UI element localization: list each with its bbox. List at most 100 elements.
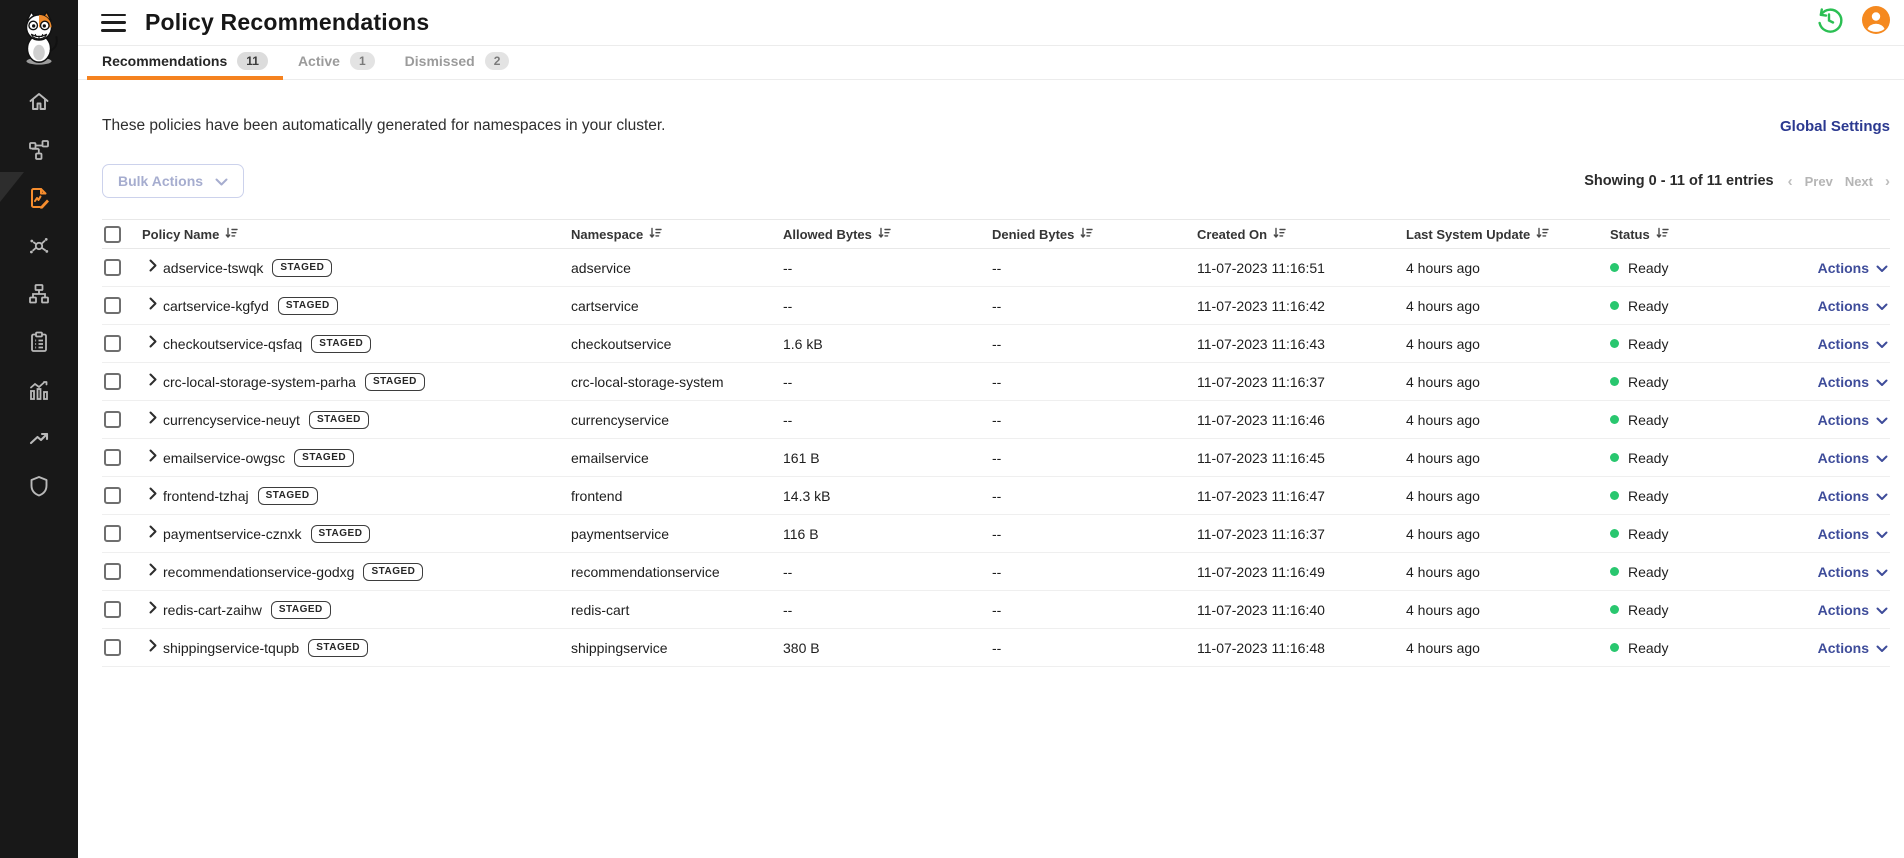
actions-button[interactable]: Actions <box>1810 602 1890 618</box>
sort-icon[interactable] <box>1536 227 1549 242</box>
sort-icon[interactable] <box>225 227 238 242</box>
sidebar-item-sitemap[interactable] <box>26 283 53 310</box>
sort-icon[interactable] <box>649 227 662 242</box>
sort-icon[interactable] <box>1656 227 1669 242</box>
expand-row-button[interactable] <box>142 411 163 429</box>
policy-edit-icon <box>27 186 51 215</box>
row-checkbox[interactable] <box>104 449 121 466</box>
expand-row-button[interactable] <box>142 373 163 391</box>
actions-button[interactable]: Actions <box>1810 260 1890 276</box>
actions-button[interactable]: Actions <box>1810 374 1890 390</box>
row-checkbox[interactable] <box>104 487 121 504</box>
actions-button[interactable]: Actions <box>1810 298 1890 314</box>
select-all-checkbox[interactable] <box>104 226 121 243</box>
column-header-allowed-bytes[interactable]: Allowed Bytes <box>783 227 992 242</box>
row-checkbox[interactable] <box>104 297 121 314</box>
policy-name[interactable]: redis-cart-zaihw <box>163 602 262 618</box>
row-checkbox[interactable] <box>104 563 121 580</box>
sort-icon[interactable] <box>1080 227 1093 242</box>
actions-button[interactable]: Actions <box>1810 450 1890 466</box>
chevron-right-icon <box>149 601 157 619</box>
policy-name[interactable]: checkoutservice-qsfaq <box>163 336 302 352</box>
sort-icon[interactable] <box>1273 227 1286 242</box>
tab-recommendations[interactable]: Recommendations 11 <box>87 46 283 80</box>
row-checkbox[interactable] <box>104 373 121 390</box>
prev-button[interactable]: Prev <box>1805 174 1833 189</box>
row-checkbox[interactable] <box>104 411 121 428</box>
expand-row-button[interactable] <box>142 601 163 619</box>
sidebar-item-metrics[interactable] <box>26 379 53 406</box>
user-menu-button[interactable] <box>1860 7 1892 39</box>
table-row: paymentservice-cznxk STAGED paymentservi… <box>102 515 1890 553</box>
expand-row-button[interactable] <box>142 259 163 277</box>
table-row: frontend-tzhaj STAGED frontend 14.3 kB -… <box>102 477 1890 515</box>
tab-dismissed[interactable]: Dismissed 2 <box>390 46 525 80</box>
status-label: Ready <box>1628 488 1668 504</box>
expand-row-button[interactable] <box>142 449 163 467</box>
expand-row-button[interactable] <box>142 563 163 581</box>
sidebar-item-trends[interactable] <box>26 427 53 454</box>
policy-name[interactable]: currencyservice-neuyt <box>163 412 300 428</box>
sort-icon[interactable] <box>878 227 891 242</box>
sidebar-item-home[interactable] <box>26 91 53 118</box>
tab-count-badge: 11 <box>237 52 268 70</box>
table-row: crc-local-storage-system-parha STAGED cr… <box>102 363 1890 401</box>
policy-name[interactable]: recommendationservice-godxg <box>163 564 354 580</box>
actions-button[interactable]: Actions <box>1810 336 1890 352</box>
status-cell: Ready <box>1610 374 1810 390</box>
policy-name[interactable]: emailservice-owgsc <box>163 450 285 466</box>
column-header-status[interactable]: Status <box>1610 227 1810 242</box>
policy-name[interactable]: shippingservice-tqupb <box>163 640 299 656</box>
expand-row-button[interactable] <box>142 297 163 315</box>
policy-name[interactable]: crc-local-storage-system-parha <box>163 374 356 390</box>
sidebar-item-audit-logs[interactable] <box>26 331 53 358</box>
chevron-right-icon <box>149 449 157 467</box>
expand-row-button[interactable] <box>142 639 163 657</box>
row-checkbox[interactable] <box>104 601 121 618</box>
policy-name[interactable]: frontend-tzhaj <box>163 488 249 504</box>
actions-button[interactable]: Actions <box>1810 564 1890 580</box>
sidebar-item-policy-recommendations[interactable] <box>26 187 53 214</box>
sidebar-item-security[interactable] <box>26 475 53 502</box>
expand-row-button[interactable] <box>142 335 163 353</box>
topbar: Policy Recommendations <box>78 0 1904 45</box>
row-checkbox[interactable] <box>104 335 121 352</box>
actions-button[interactable]: Actions <box>1810 412 1890 428</box>
next-chevron-icon[interactable]: › <box>1885 173 1890 190</box>
history-button[interactable] <box>1813 7 1845 39</box>
sidebar-item-network-hub[interactable] <box>26 235 53 262</box>
column-header-namespace[interactable]: Namespace <box>571 227 783 242</box>
last-system-update-cell: 4 hours ago <box>1406 412 1610 428</box>
policy-name[interactable]: cartservice-kgfyd <box>163 298 269 314</box>
bulk-actions-button[interactable]: Bulk Actions <box>102 164 244 198</box>
status-ready-dot-icon <box>1610 263 1619 272</box>
expand-row-button[interactable] <box>142 487 163 505</box>
cat-mascot-logo[interactable] <box>0 0 78 78</box>
row-checkbox[interactable] <box>104 639 121 656</box>
table-body: adservice-tswqk STAGED adservice -- -- 1… <box>102 249 1890 667</box>
row-checkbox[interactable] <box>104 525 121 542</box>
row-checkbox[interactable] <box>104 259 121 276</box>
actions-button[interactable]: Actions <box>1810 640 1890 656</box>
actions-button[interactable]: Actions <box>1810 488 1890 504</box>
policy-name[interactable]: paymentservice-cznxk <box>163 526 302 542</box>
column-header-last-system-update[interactable]: Last System Update <box>1406 227 1610 242</box>
actions-label: Actions <box>1818 298 1869 314</box>
chevron-down-icon <box>1876 564 1888 580</box>
policy-name[interactable]: adservice-tswqk <box>163 260 263 276</box>
expand-row-button[interactable] <box>142 525 163 543</box>
status-cell: Ready <box>1610 412 1810 428</box>
column-header-created-on[interactable]: Created On <box>1197 227 1406 242</box>
sidebar-item-topology[interactable] <box>26 139 53 166</box>
next-button[interactable]: Next <box>1845 174 1873 189</box>
menu-button[interactable] <box>101 14 126 32</box>
global-settings-link[interactable]: Global Settings <box>1780 118 1890 135</box>
prev-chevron-icon[interactable]: ‹ <box>1788 173 1793 190</box>
actions-button[interactable]: Actions <box>1810 526 1890 542</box>
namespace-cell: checkoutservice <box>571 336 783 352</box>
column-header-denied-bytes[interactable]: Denied Bytes <box>992 227 1197 242</box>
status-ready-dot-icon <box>1610 339 1619 348</box>
column-header-policy-name[interactable]: Policy Name <box>142 227 571 242</box>
tab-active[interactable]: Active 1 <box>283 46 390 80</box>
chevron-down-icon <box>1876 298 1888 314</box>
